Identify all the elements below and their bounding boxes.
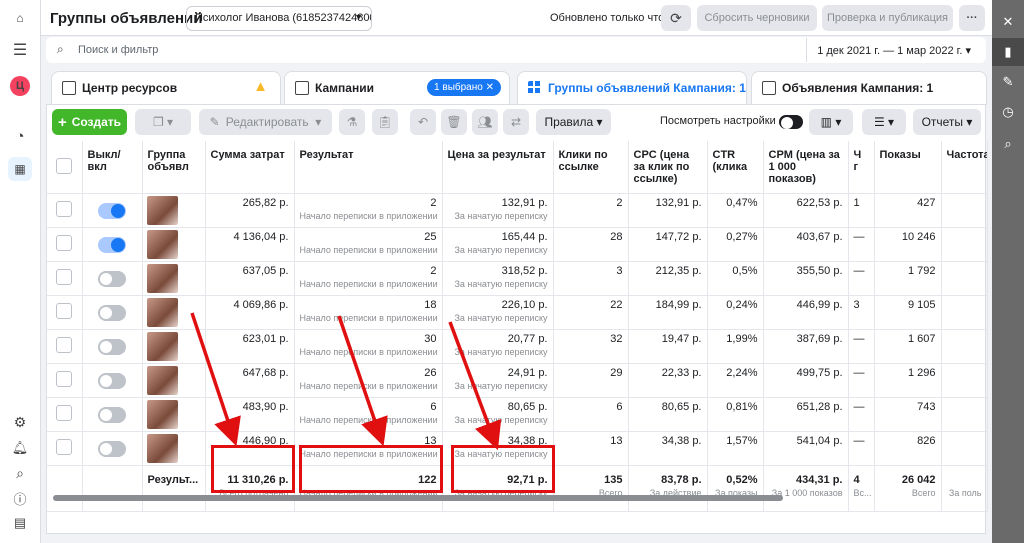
home-icon[interactable]: ⌂ bbox=[10, 8, 30, 28]
ads-manager-icon[interactable]: ▦ bbox=[8, 157, 32, 181]
dashboard-icon[interactable]: ◔ bbox=[10, 126, 30, 146]
search-icon[interactable]: ⌕ bbox=[992, 130, 1024, 158]
account-avatar[interactable]: Ц bbox=[10, 76, 30, 96]
main-area: Группы объявлений Психолог Иванова (6185… bbox=[41, 0, 992, 543]
settings-icon[interactable]: ⚙ bbox=[10, 412, 30, 432]
close-icon[interactable]: ✕ bbox=[992, 8, 1024, 36]
notifications-icon[interactable]: 🔔︎ bbox=[10, 438, 30, 458]
edit-icon[interactable]: ✎ bbox=[992, 68, 1024, 96]
search-icon[interactable]: ⌕ bbox=[10, 463, 30, 483]
right-sidebar: ✕ ▮ ✎ ◷ ⌕ bbox=[992, 0, 1024, 543]
arrow-spend bbox=[190, 312, 241, 447]
arrow-result bbox=[337, 315, 388, 447]
arrow-cost bbox=[448, 321, 502, 451]
chart-icon[interactable]: ▮ bbox=[992, 38, 1024, 66]
menu-icon[interactable]: ☰ bbox=[10, 40, 30, 60]
history-icon[interactable]: ◷ bbox=[992, 98, 1024, 126]
report-icon[interactable]: ▤ bbox=[10, 513, 30, 533]
annotation-arrows bbox=[190, 312, 502, 451]
help-icon[interactable]: ⓘ bbox=[10, 488, 30, 508]
left-navigation: ⌂ ☰ Ц ◔ ▦ ⚙ 🔔︎ ⌕ ⓘ ▤ bbox=[0, 0, 41, 543]
